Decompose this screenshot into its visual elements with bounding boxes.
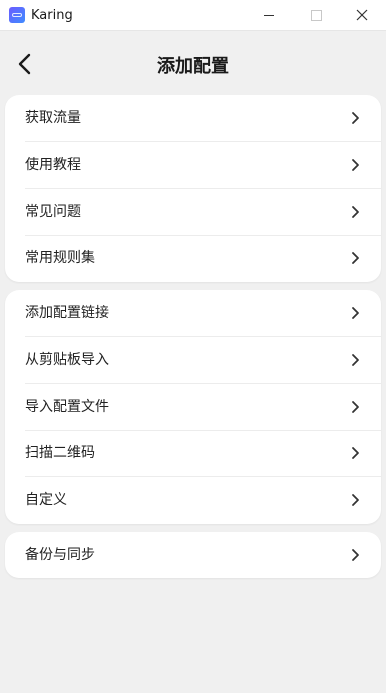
arrow-left-icon: [18, 53, 31, 75]
back-button[interactable]: [10, 49, 40, 79]
minimize-button[interactable]: [246, 0, 292, 31]
chevron-right-icon: [352, 549, 359, 561]
maximize-button[interactable]: [293, 0, 339, 31]
menu-group-backup: 备份与同步: [5, 532, 381, 578]
window-titlebar: Karing: [0, 0, 386, 31]
chevron-right-icon: [352, 354, 359, 366]
minimize-icon: [264, 15, 274, 16]
menu-item-label: 常用规则集: [25, 250, 95, 266]
menu-item-label: 获取流量: [25, 110, 81, 126]
chevron-right-icon: [352, 252, 359, 264]
chevron-right-icon: [352, 112, 359, 124]
menu-item-label: 导入配置文件: [25, 399, 109, 415]
page-title: 添加配置: [157, 56, 229, 77]
menu-item-label: 自定义: [25, 492, 67, 508]
menu-group-resources: 获取流量 使用教程 常见问题 常用规则集: [5, 95, 381, 282]
close-window-button[interactable]: [340, 0, 386, 31]
menu-item-rule-sets[interactable]: 常用规则集: [5, 235, 381, 282]
menu-item-add-config-link[interactable]: 添加配置链接: [5, 290, 381, 337]
close-icon: [356, 9, 368, 21]
menu-item-import-file[interactable]: 导入配置文件: [5, 384, 381, 431]
menu-item-label: 添加配置链接: [25, 305, 109, 321]
menu-item-label: 备份与同步: [25, 547, 95, 563]
menu-item-label: 扫描二维码: [25, 445, 95, 461]
chevron-right-icon: [352, 159, 359, 171]
menu-item-import-clipboard[interactable]: 从剪贴板导入: [5, 337, 381, 384]
chevron-right-icon: [352, 401, 359, 413]
karing-app-icon: [9, 7, 25, 23]
chevron-right-icon: [352, 494, 359, 506]
menu-item-scan-qr[interactable]: 扫描二维码: [5, 430, 381, 477]
menu-item-tutorial[interactable]: 使用教程: [5, 142, 381, 189]
menu-item-faq[interactable]: 常见问题: [5, 189, 381, 236]
menu-item-get-traffic[interactable]: 获取流量: [5, 95, 381, 142]
menu-item-label: 从剪贴板导入: [25, 352, 109, 368]
menu-item-label: 常见问题: [25, 204, 81, 220]
window-title: Karing: [31, 8, 73, 23]
chevron-right-icon: [352, 206, 359, 218]
menu-item-backup-sync[interactable]: 备份与同步: [5, 532, 381, 578]
chevron-right-icon: [352, 307, 359, 319]
page-header: 添加配置: [0, 31, 386, 95]
menu-item-label: 使用教程: [25, 157, 81, 173]
chevron-right-icon: [352, 447, 359, 459]
menu-item-custom[interactable]: 自定义: [5, 477, 381, 524]
maximize-icon: [311, 10, 322, 21]
menu-group-import: 添加配置链接 从剪贴板导入 导入配置文件 扫描二维码 自定义: [5, 290, 381, 524]
